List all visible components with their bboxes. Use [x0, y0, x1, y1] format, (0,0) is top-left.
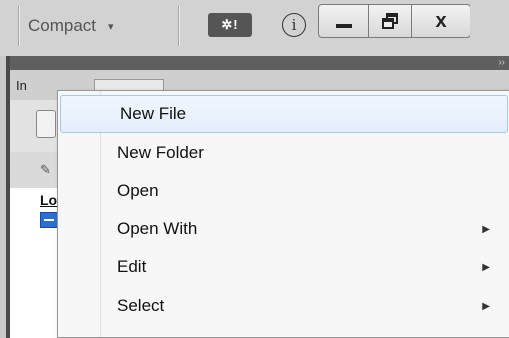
minus-icon [44, 219, 54, 221]
menu-item-select[interactable]: Select ▶ [58, 287, 508, 325]
column-header-local[interactable]: Lo [40, 192, 57, 208]
menu-item-new-file[interactable]: New File [60, 95, 508, 133]
info-button[interactable]: i [282, 13, 306, 37]
minimize-button[interactable] [318, 4, 369, 38]
toolbar-separator [18, 6, 19, 46]
connect-icon[interactable]: ✎ [40, 162, 51, 178]
restore-button[interactable] [368, 4, 412, 38]
chevron-down-icon: ▾ [108, 20, 114, 33]
menu-item-label: Select [117, 296, 165, 315]
restore-icon [382, 13, 398, 29]
menu-item-new-folder[interactable]: New Folder [58, 134, 508, 172]
minimize-icon [335, 24, 352, 28]
panel-tab[interactable]: In [16, 78, 27, 93]
menu-item-edit[interactable]: Edit ▶ [58, 248, 508, 286]
crash-report-button[interactable]: ✲! [208, 13, 252, 37]
menu-item-open[interactable]: Open [58, 172, 508, 210]
workspace-switcher-button[interactable]: Compact ▾ [28, 8, 114, 44]
info-icon: i [291, 16, 297, 34]
workspace-label: Compact [28, 16, 97, 35]
menu-item-label: Open [117, 181, 159, 200]
site-selector-button[interactable] [36, 110, 56, 138]
tree-collapse-toggle[interactable] [40, 212, 58, 228]
menu-item-label: New File [120, 104, 187, 123]
menu-item-label: New Folder [117, 143, 204, 162]
menu-item-label: Edit [117, 257, 147, 276]
toolbar-separator [178, 6, 179, 46]
close-icon: x [435, 9, 447, 32]
window-frame-edge [470, 4, 509, 38]
context-menu: New File New Folder Open Open With ▶ Edi… [57, 90, 509, 338]
crash-report-icon: ✲! [221, 17, 239, 32]
menu-item-label: Open With [117, 219, 198, 238]
submenu-arrow-icon: ▶ [482, 223, 490, 235]
collapse-panel-icon[interactable]: ›› [498, 57, 505, 68]
application-toolbar: Compact ▾ ✲! i x [0, 0, 509, 56]
close-button[interactable]: x [411, 4, 471, 38]
submenu-arrow-icon: ▶ [482, 300, 490, 312]
submenu-arrow-icon: ▶ [482, 261, 490, 273]
menu-item-open-with[interactable]: Open With ▶ [58, 210, 508, 248]
panel-title-strip: ›› [10, 56, 509, 70]
